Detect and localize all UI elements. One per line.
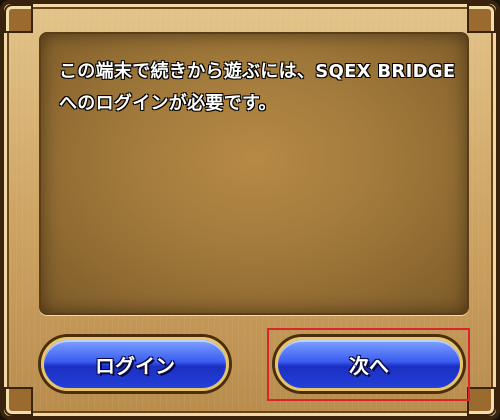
frame-corner-ornament xyxy=(6,389,31,414)
login-button[interactable]: ログイン xyxy=(41,337,229,391)
dialog-message: この端末で続きから遊ぶには、SQEX BRIDGEへのログインが必要です。 xyxy=(59,61,456,114)
frame-corner-ornament xyxy=(469,389,494,414)
login-button-label: ログイン xyxy=(95,353,175,378)
frame-corner-ornament xyxy=(469,6,494,31)
frame-corner-ornament xyxy=(6,6,31,31)
login-required-dialog: この端末で続きから遊ぶには、SQEX BRIDGEへのログインが必要です。 ログ… xyxy=(0,0,500,420)
message-panel: この端末で続きから遊ぶには、SQEX BRIDGEへのログインが必要です。 xyxy=(39,32,469,315)
next-button[interactable]: 次へ xyxy=(275,337,463,391)
next-button-label: 次へ xyxy=(349,353,389,378)
